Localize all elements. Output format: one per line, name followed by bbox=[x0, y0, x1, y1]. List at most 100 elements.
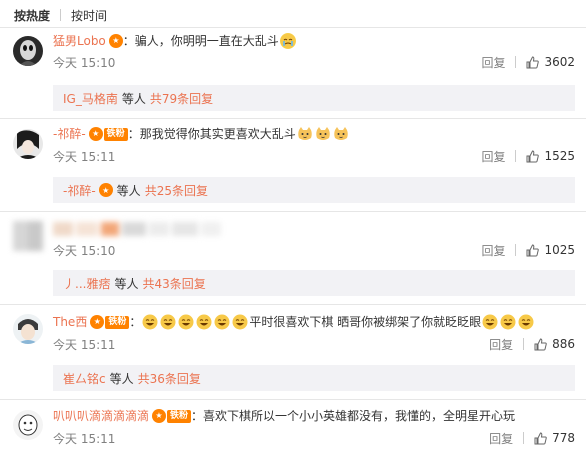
username[interactable]: The西 bbox=[53, 314, 87, 330]
reply-button[interactable]: 回复 bbox=[489, 430, 513, 447]
comment-time: 今天 15:11 bbox=[53, 337, 116, 352]
reply-button[interactable]: 回复 bbox=[481, 54, 505, 71]
divider bbox=[0, 27, 586, 28]
sort-by-time-tab[interactable]: 按时间 bbox=[71, 7, 107, 24]
comment-meta: 今天 15:11 回复 778 bbox=[53, 429, 575, 447]
comment-meta: 今天 15:11 回复 1525 bbox=[53, 147, 575, 165]
sub-reply-username[interactable]: -祁醉- bbox=[63, 182, 96, 199]
action-separator bbox=[515, 150, 517, 162]
sub-reply-count-link[interactable]: 共79条回复 bbox=[150, 90, 213, 107]
like-count: 1525 bbox=[544, 149, 575, 163]
avatar[interactable] bbox=[13, 36, 43, 66]
laughing-emoji-icon bbox=[142, 314, 158, 330]
username[interactable]: 猛男Lobo bbox=[53, 33, 106, 49]
laughing-emoji-icon bbox=[214, 314, 230, 330]
comment-actions: 回复 3602 bbox=[481, 54, 575, 71]
blurred-content bbox=[53, 222, 224, 236]
comment-actions: 回复 886 bbox=[489, 336, 575, 353]
like-button[interactable]: 3602 bbox=[526, 55, 575, 69]
sub-reply-count-link[interactable]: 共36条回复 bbox=[138, 370, 201, 387]
thumbs-up-icon bbox=[534, 431, 547, 444]
like-button[interactable]: 1525 bbox=[526, 149, 575, 163]
like-button[interactable]: 886 bbox=[534, 337, 575, 351]
sub-reply-others: 等人 bbox=[114, 276, 139, 291]
crown-icon: ★ bbox=[152, 409, 167, 423]
username[interactable]: -祁醉- bbox=[53, 126, 86, 142]
comment-actions: 回复 1525 bbox=[481, 148, 575, 165]
comment-meta: 今天 15:10 回复 3602 bbox=[53, 53, 575, 71]
fan-badge-label: 铁粉 bbox=[105, 315, 130, 329]
like-count: 778 bbox=[552, 431, 575, 445]
sub-reply-count-link[interactable]: 共43条回复 bbox=[142, 275, 205, 292]
sub-reply-others: 等人 bbox=[109, 371, 134, 386]
sort-separator bbox=[60, 9, 62, 21]
sub-reply-others: 等人 bbox=[116, 183, 141, 198]
like-button[interactable]: 1025 bbox=[526, 243, 575, 257]
sort-bar: 按热度 按时间 bbox=[14, 7, 107, 23]
laughing-emoji-icon bbox=[482, 314, 498, 330]
sub-reply-others: 等人 bbox=[121, 91, 146, 106]
thumbs-up-icon bbox=[534, 337, 547, 350]
divider bbox=[0, 118, 586, 119]
cat-emoji-icon bbox=[333, 126, 349, 142]
comment-actions: 回复 1025 bbox=[481, 242, 575, 259]
like-count: 1025 bbox=[544, 243, 575, 257]
crown-icon: ★ bbox=[88, 127, 103, 141]
cat-emoji-icon bbox=[315, 126, 331, 142]
sub-reply-username[interactable]: IG_马格南 bbox=[63, 90, 118, 107]
vip-badge: ★ bbox=[108, 34, 123, 48]
sub-reply-username[interactable]: 丿...雅痞 bbox=[63, 275, 110, 292]
laughing-emoji-icon bbox=[232, 314, 248, 330]
colon: ： bbox=[129, 315, 142, 329]
divider bbox=[0, 399, 586, 400]
like-count: 886 bbox=[552, 337, 575, 351]
fan-badge-label: 铁粉 bbox=[103, 127, 128, 141]
sub-replies-box: 崔厶铭c 等人 共36条回复 bbox=[53, 365, 575, 391]
action-separator bbox=[515, 244, 517, 256]
reply-button[interactable]: 回复 bbox=[481, 242, 505, 259]
avatar[interactable] bbox=[13, 129, 43, 159]
crying-emoji-icon bbox=[279, 33, 296, 49]
divider bbox=[0, 304, 586, 305]
avatar[interactable] bbox=[13, 410, 43, 440]
avatar[interactable] bbox=[13, 314, 43, 344]
sub-replies-box: 丿...雅痞 等人 共43条回复 bbox=[53, 270, 575, 296]
fan-badge: ★ 铁粉 bbox=[88, 127, 128, 141]
comment-line: -祁醉- ★ 铁粉 ：那我觉得你其实更喜欢大乱斗 bbox=[53, 126, 350, 142]
username[interactable]: 叭叭叭滴滴滴滴滴 bbox=[53, 408, 149, 424]
reply-button[interactable]: 回复 bbox=[481, 148, 505, 165]
like-button[interactable]: 778 bbox=[534, 431, 575, 445]
sub-replies-box: -祁醉- ★ 等人 共25条回复 bbox=[53, 177, 575, 203]
sub-reply-count-link[interactable]: 共25条回复 bbox=[145, 182, 208, 199]
laughing-emoji-icon bbox=[518, 314, 534, 330]
reply-button[interactable]: 回复 bbox=[489, 336, 513, 353]
laughing-emoji-icon bbox=[196, 314, 212, 330]
crown-icon: ★ bbox=[98, 183, 113, 197]
comment-line: 叭叭叭滴滴滴滴滴 ★ 铁粉 ：喜欢下棋所以一个小小英雄都没有，我懂的，全明星开心玩 bbox=[53, 408, 515, 424]
comment-time: 今天 15:11 bbox=[53, 149, 116, 164]
cat-emoji-icon bbox=[297, 126, 313, 142]
avatar[interactable] bbox=[13, 221, 43, 251]
like-count: 3602 bbox=[544, 55, 575, 69]
action-separator bbox=[515, 56, 517, 68]
divider bbox=[0, 211, 586, 212]
fan-badge-label: 铁粉 bbox=[167, 409, 192, 423]
crown-icon: ★ bbox=[90, 315, 105, 329]
sort-by-hot-tab[interactable]: 按热度 bbox=[14, 7, 50, 24]
comment-time: 今天 15:10 bbox=[53, 243, 116, 258]
comment-meta: 今天 15:10 回复 1025 bbox=[53, 241, 575, 259]
crown-icon: ★ bbox=[108, 34, 123, 48]
comment-text: 平时很喜欢下棋 晒哥你被绑架了你就眨眨眼 bbox=[249, 315, 482, 329]
laughing-emoji-icon bbox=[160, 314, 176, 330]
action-separator bbox=[523, 432, 525, 444]
comment-text: ：喜欢下棋所以一个小小英雄都没有，我懂的，全明星开心玩 bbox=[191, 409, 516, 423]
sub-replies-box: IG_马格南 等人 共79条回复 bbox=[53, 85, 575, 111]
fan-badge: ★ 铁粉 bbox=[152, 409, 192, 423]
sub-reply-username[interactable]: 崔厶铭c bbox=[63, 370, 106, 387]
comment-text: ：那我觉得你其实更喜欢大乱斗 bbox=[127, 127, 296, 141]
comment-time: 今天 15:10 bbox=[53, 55, 116, 70]
thumbs-up-icon bbox=[526, 243, 540, 256]
comment-time: 今天 15:11 bbox=[53, 431, 116, 446]
comment-text: ：骗人，你明明一直在大乱斗 bbox=[122, 34, 279, 48]
thumbs-up-icon bbox=[526, 149, 540, 162]
